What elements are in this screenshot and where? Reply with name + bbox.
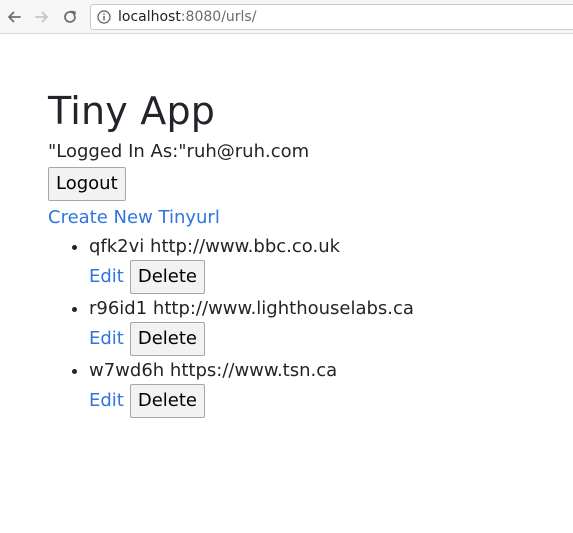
list-item: r96id1 http://www.lighthouselabs.ca Edit… — [89, 297, 548, 356]
url-entry-text: r96id1 http://www.lighthouselabs.ca — [89, 297, 548, 321]
url-text: localhost:8080/urls/ — [118, 9, 256, 25]
info-icon[interactable] — [97, 10, 111, 24]
logged-in-text: "Logged In As:"ruh@ruh.com — [48, 141, 310, 162]
forward-arrow-icon — [35, 11, 48, 23]
short-url: w7wd6h — [89, 360, 165, 381]
url-entry-text: w7wd6h https://www.tsn.ca — [89, 359, 548, 383]
url-actions: Edit Delete — [89, 260, 548, 294]
browser-toolbar: localhost:8080/urls/ — [0, 0, 573, 34]
long-url: https://www.tsn.ca — [169, 360, 338, 381]
url-list: qfk2vi http://www.bbc.co.uk Edit Delete … — [48, 235, 548, 418]
delete-button[interactable]: Delete — [129, 260, 206, 294]
reload-icon — [64, 10, 76, 23]
short-url: r96id1 — [89, 298, 148, 319]
reload-button[interactable] — [60, 7, 80, 27]
edit-link[interactable]: Edit — [89, 389, 124, 413]
url-path: :8080/urls/ — [180, 9, 257, 25]
page-content: Tiny App "Logged In As:"ruh@ruh.com Logo… — [48, 84, 548, 421]
list-item: w7wd6h https://www.tsn.ca Edit Delete — [89, 359, 548, 418]
long-url: http://www.bbc.co.uk — [150, 236, 341, 257]
long-url: http://www.lighthouselabs.ca — [152, 298, 414, 319]
page-title: Tiny App — [48, 89, 216, 133]
url-host: localhost — [118, 9, 181, 25]
delete-button[interactable]: Delete — [129, 322, 206, 356]
back-button[interactable] — [4, 7, 24, 27]
url-actions: Edit Delete — [89, 384, 548, 418]
address-bar[interactable]: localhost:8080/urls/ — [90, 4, 573, 30]
short-url: qfk2vi — [89, 236, 145, 257]
url-entry-text: qfk2vi http://www.bbc.co.uk — [89, 235, 548, 259]
forward-button[interactable] — [32, 7, 52, 27]
logout-button[interactable]: Logout — [48, 167, 126, 201]
url-actions: Edit Delete — [89, 322, 548, 356]
edit-link[interactable]: Edit — [89, 327, 124, 351]
delete-button[interactable]: Delete — [129, 384, 206, 418]
list-item: qfk2vi http://www.bbc.co.uk Edit Delete — [89, 235, 548, 294]
create-new-tinyurl-link[interactable]: Create New Tinyurl — [48, 206, 548, 230]
back-arrow-icon — [8, 11, 21, 23]
edit-link[interactable]: Edit — [89, 265, 124, 289]
